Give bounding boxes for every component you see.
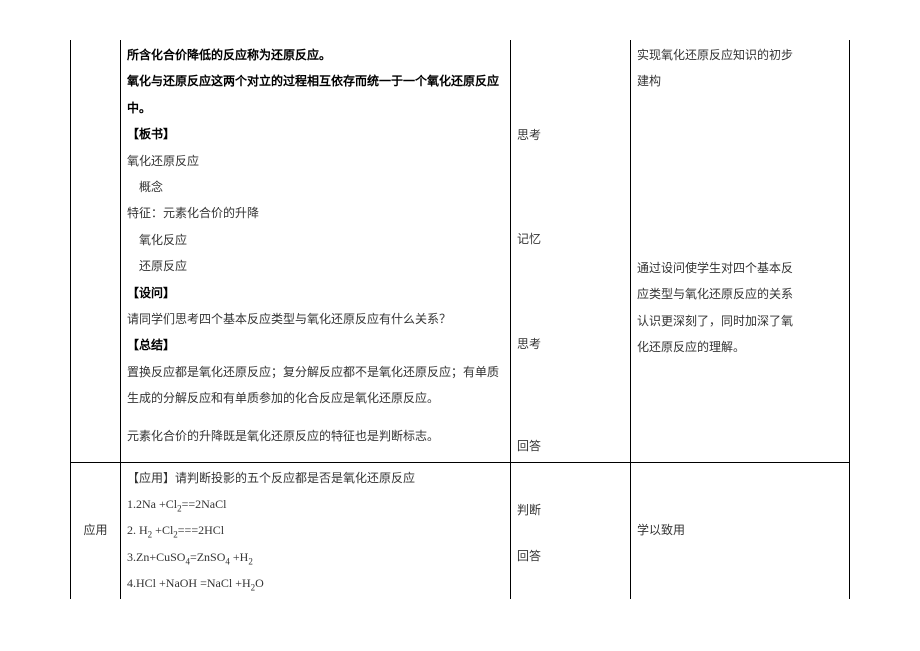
text-line: 氧化还原反应: [127, 148, 504, 174]
text-line: 概念: [127, 174, 504, 200]
row-label-cell: 应用: [71, 462, 121, 598]
equation: 3.Zn+CuSO4=ZnSO4 +H2: [127, 544, 504, 570]
text-line: 学以致用: [637, 517, 843, 543]
text-line: 记忆: [517, 226, 624, 252]
eq-part: 2. H: [127, 523, 148, 537]
equation: 2. H2 +Cl2===2HCl: [127, 517, 504, 543]
teacher-activity-cell: 【应用】请判断投影的五个反应都是否是氧化还原反应 1.2Na +Cl2==2Na…: [121, 462, 511, 598]
eq-part: +Cl: [152, 523, 173, 537]
text-line: 应类型与氧化还原反应的关系: [637, 281, 843, 307]
spacer: [127, 411, 504, 423]
student-activity-cell: 判断 回答: [511, 462, 631, 598]
text-line: 还原反应: [127, 253, 504, 279]
eq-part: 3.Zn+CuSO: [127, 550, 185, 564]
text-line: 氧化反应: [127, 227, 504, 253]
text-line: 特征：元素化合价的升降: [127, 200, 504, 226]
section-heading: 【总结】: [127, 332, 504, 358]
eq-part: 4.HCl +NaOH =NaCl +H: [127, 576, 251, 590]
text-line: 认识更深刻了，同时加深了氧: [637, 308, 843, 334]
design-intent-cell: 学以致用: [631, 462, 850, 598]
student-activity-cell: 思考 记忆 思考 回答: [511, 40, 631, 462]
eq-part: +H: [230, 550, 248, 564]
eq-part: ===2HCl: [178, 523, 224, 537]
text-line: 请同学们思考四个基本反应类型与氧化还原反应有什么关系？: [127, 306, 504, 332]
text-line: 判断: [517, 497, 624, 523]
row-label: 应用: [71, 515, 120, 545]
row-label-cell: [71, 40, 121, 462]
design-intent-cell: 实现氧化还原反应知识的初步 建构 通过设问使学生对四个基本反 应类型与氧化还原反…: [631, 40, 850, 462]
lesson-plan-table: 所含化合价降低的反应称为还原反应。 氧化与还原反应这两个对立的过程相互依存而统一…: [70, 40, 850, 599]
table-row: 应用 【应用】请判断投影的五个反应都是否是氧化还原反应 1.2Na +Cl2==…: [71, 462, 850, 598]
text-line: 回答: [517, 543, 624, 569]
text-line: 化还原反应的理解。: [637, 334, 843, 360]
spacer: [127, 450, 504, 452]
eq-part: 1.2Na +Cl: [127, 497, 177, 511]
eq-part: O: [255, 576, 264, 590]
text-line: 置换反应都是氧化还原反应；复分解反应都不是氧化还原反应；有单质生成的分解反应和有…: [127, 359, 504, 412]
eq-part: ==2NaCl: [182, 497, 227, 511]
eq-sub: 2: [248, 556, 253, 566]
text-line: 思考: [517, 122, 624, 148]
equation: 4.HCl +NaOH =NaCl +H2O: [127, 570, 504, 596]
equation: 1.2Na +Cl2==2NaCl: [127, 491, 504, 517]
text-line: 【应用】请判断投影的五个反应都是否是氧化还原反应: [127, 465, 504, 491]
text-line: 回答: [517, 433, 624, 459]
text-line: 建构: [637, 68, 843, 94]
row-label: [71, 249, 120, 253]
text-line: 所含化合价降低的反应称为还原反应。: [127, 42, 504, 68]
section-heading: 【板书】: [127, 121, 504, 147]
text-line: 实现氧化还原反应知识的初步: [637, 42, 843, 68]
table-row: 所含化合价降低的反应称为还原反应。 氧化与还原反应这两个对立的过程相互依存而统一…: [71, 40, 850, 462]
text-line: 氧化与还原反应这两个对立的过程相互依存而统一于一个氧化还原反应中。: [127, 68, 504, 121]
text-line: 通过设问使学生对四个基本反: [637, 255, 843, 281]
text-line: 思考: [517, 331, 624, 357]
teacher-activity-cell: 所含化合价降低的反应称为还原反应。 氧化与还原反应这两个对立的过程相互依存而统一…: [121, 40, 511, 462]
section-heading: 【设问】: [127, 280, 504, 306]
eq-part: =ZnSO: [190, 550, 225, 564]
text-line: 元素化合价的升降既是氧化还原反应的特征也是判断标志。: [127, 423, 504, 449]
